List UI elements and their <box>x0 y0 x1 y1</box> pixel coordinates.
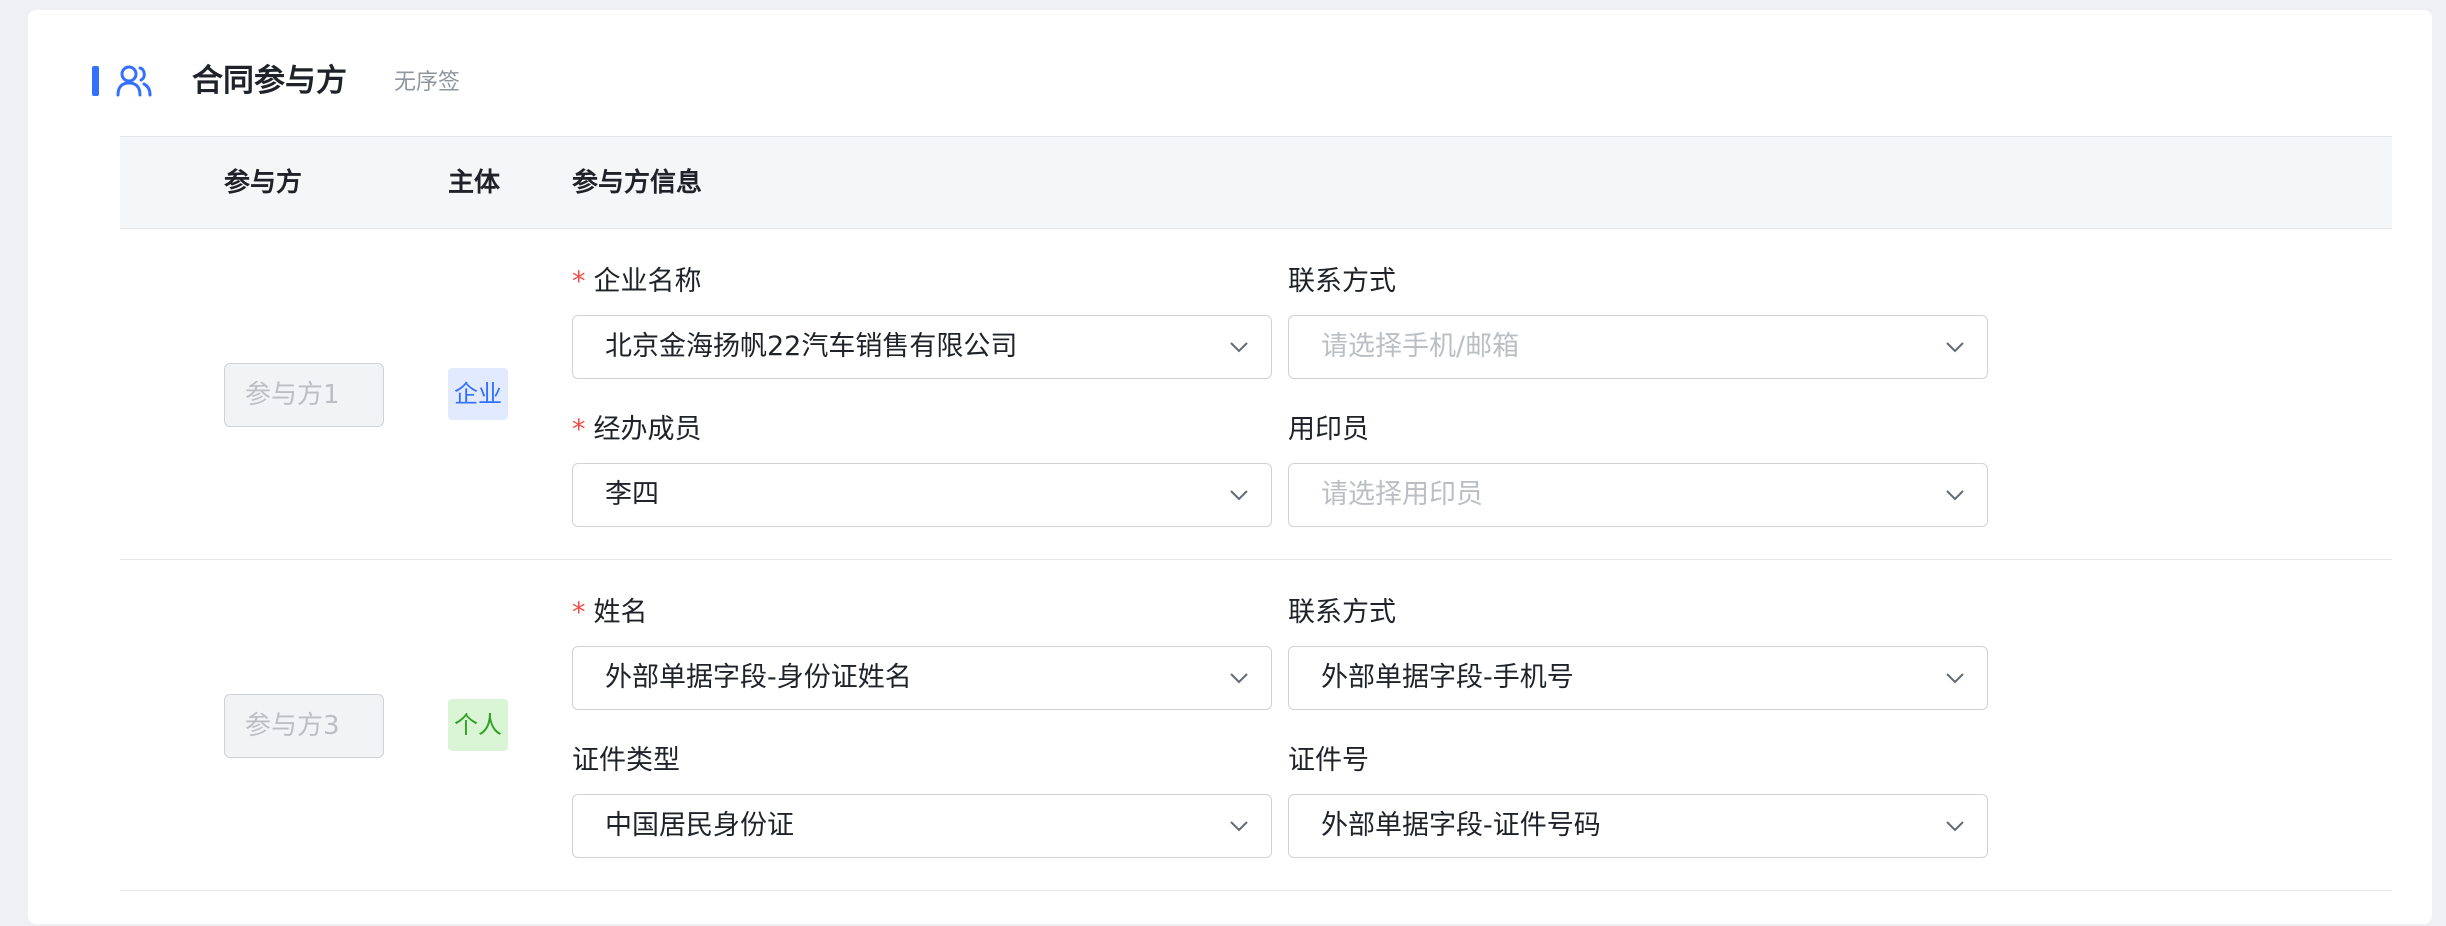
select-value: 中国居民身份证 <box>605 810 794 841</box>
header-party: 参与方 <box>224 168 303 198</box>
users-icon <box>116 65 152 97</box>
chevron-down-icon <box>1230 490 1248 501</box>
select-value: 外部单据字段-身份证姓名 <box>605 662 912 693</box>
select-value: 外部单据字段-手机号 <box>1321 662 1574 693</box>
field-label: * 经办成员 <box>572 414 702 445</box>
chevron-down-icon <box>1946 673 1964 684</box>
field-label: 证件号 <box>1288 745 1369 776</box>
select-value: 外部单据字段-证件号码 <box>1321 810 1601 841</box>
contact-select[interactable]: 外部单据字段-手机号 <box>1288 646 1988 710</box>
select-value: 李四 <box>605 479 659 510</box>
header-party-info: 参与方信息 <box>572 168 703 198</box>
select-placeholder: 请选择手机/邮箱 <box>1321 331 1520 362</box>
section-subtitle: 无序签 <box>394 70 461 95</box>
field-label: 联系方式 <box>1288 266 1396 297</box>
id-number-select[interactable]: 外部单据字段-证件号码 <box>1288 794 1988 858</box>
field-label: * 企业名称 <box>572 266 702 297</box>
party-name-box: 参与方1 <box>224 363 384 427</box>
required-mark: * <box>572 597 586 628</box>
chevron-down-icon <box>1230 673 1248 684</box>
contract-parties-card: 合同参与方 无序签 参与方 主体 参与方信息 参与方1 企业 * 企业名称 北京金… <box>28 10 2432 924</box>
required-mark: * <box>572 414 586 445</box>
select-value: 北京金海扬帆22汽车销售有限公司 <box>605 331 1018 362</box>
chevron-down-icon <box>1946 490 1964 501</box>
party-name-box: 参与方3 <box>224 694 384 758</box>
table-row: 参与方3 个人 * 姓名 外部单据字段-身份证姓名 联系方式 外部单据字段-手机号… <box>120 560 2392 891</box>
seal-user-select[interactable]: 请选择用印员 <box>1288 463 1988 527</box>
accent-bar <box>92 66 99 96</box>
header-subject: 主体 <box>448 168 501 198</box>
chevron-down-icon <box>1946 821 1964 832</box>
table-row: 参与方1 企业 * 企业名称 北京金海扬帆22汽车销售有限公司 联系方式 请选择手… <box>120 229 2392 560</box>
field-label: 证件类型 <box>572 745 680 776</box>
company-name-select[interactable]: 北京金海扬帆22汽车销售有限公司 <box>572 315 1272 379</box>
field-label: * 姓名 <box>572 597 648 628</box>
select-placeholder: 请选择用印员 <box>1321 479 1483 510</box>
party-type-tag: 企业 <box>448 368 508 420</box>
id-type-select[interactable]: 中国居民身份证 <box>572 794 1272 858</box>
party-type-tag: 个人 <box>448 699 508 751</box>
section-header: 合同参与方 无序签 <box>92 52 1292 112</box>
required-mark: * <box>572 266 586 297</box>
handler-select[interactable]: 李四 <box>572 463 1272 527</box>
name-select[interactable]: 外部单据字段-身份证姓名 <box>572 646 1272 710</box>
chevron-down-icon <box>1230 342 1248 353</box>
contact-select[interactable]: 请选择手机/邮箱 <box>1288 315 1988 379</box>
section-title: 合同参与方 <box>192 63 347 99</box>
chevron-down-icon <box>1946 342 1964 353</box>
table-header: 参与方 主体 参与方信息 <box>120 136 2392 229</box>
field-label: 联系方式 <box>1288 597 1396 628</box>
chevron-down-icon <box>1230 821 1248 832</box>
field-label: 用印员 <box>1288 414 1369 445</box>
